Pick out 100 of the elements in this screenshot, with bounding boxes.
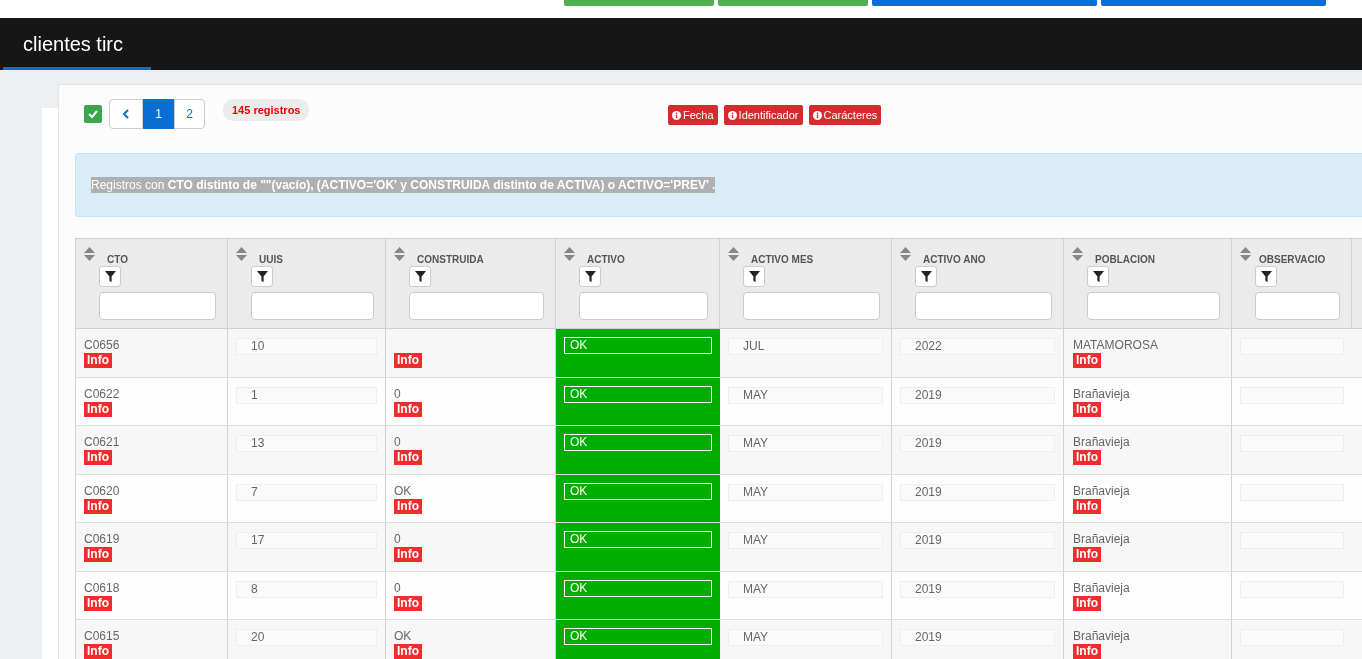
info-icon — [812, 110, 822, 120]
info-badge[interactable]: Info — [1073, 450, 1101, 465]
info-badge[interactable]: Info — [394, 498, 422, 514]
table-cell-text: C0622 — [84, 386, 121, 402]
filter-icon[interactable] — [743, 266, 765, 287]
info-badge[interactable]: Info — [394, 401, 422, 417]
column-header[interactable]: UUIS — [259, 252, 283, 267]
info-badge[interactable]: Info — [84, 547, 112, 562]
value-field: MAY — [728, 435, 883, 452]
column-filter-field[interactable] — [1255, 292, 1340, 320]
header-title[interactable]: clientes tirc — [3, 18, 151, 70]
info-badge[interactable]: Info — [394, 547, 422, 562]
filter-icon[interactable] — [1087, 266, 1109, 287]
status-field: OK — [564, 579, 712, 597]
info-badge[interactable]: Info — [84, 401, 112, 417]
previous-page-button[interactable] — [109, 99, 143, 129]
value-field: MAY — [728, 532, 883, 549]
info-badge[interactable]: Info — [84, 498, 112, 514]
status-field: OK — [564, 531, 712, 548]
filter-button[interactable]: Carácteres — [808, 105, 882, 125]
sort-icon[interactable] — [900, 247, 911, 261]
sort-icon[interactable] — [236, 247, 247, 261]
info-badge[interactable]: Info — [84, 450, 112, 465]
sort-icon[interactable] — [394, 247, 405, 261]
table-cell-text: 0 — [394, 386, 402, 402]
info-badge[interactable]: Info — [1073, 353, 1101, 368]
column-filter-field[interactable] — [409, 292, 544, 320]
info-icon — [727, 110, 737, 120]
filter-icon[interactable] — [915, 266, 937, 287]
status-field: OK — [564, 434, 712, 451]
status-field: OK — [564, 628, 712, 645]
filter-icon[interactable] — [251, 266, 273, 287]
table-cell-text: 0 — [394, 435, 402, 450]
value-field: MAY — [728, 483, 883, 501]
value-field: 2019 — [900, 483, 1055, 501]
column-filter-field[interactable] — [99, 292, 216, 320]
sort-icon[interactable] — [1072, 247, 1083, 261]
info-badge[interactable]: Info — [1073, 595, 1101, 611]
sort-icon[interactable] — [728, 247, 739, 261]
record-count-badge: 145 registros — [223, 99, 310, 121]
table-cell-text: Brañavieja — [1073, 580, 1131, 596]
table-cell-text: Brañavieja — [1073, 386, 1131, 402]
info-badge[interactable]: Info — [84, 353, 112, 368]
column-header[interactable]: POBLACION — [1095, 252, 1155, 267]
value-field: 2019 — [900, 629, 1055, 646]
table-cell-text: Brañavieja — [1073, 483, 1131, 499]
sort-icon[interactable] — [564, 247, 575, 261]
table-cell-text: C0618 — [84, 580, 121, 596]
status-field: OK — [564, 337, 712, 354]
column-header[interactable]: ACTIVO — [587, 252, 625, 267]
info-badge[interactable]: Info — [1073, 498, 1101, 514]
filter-icon[interactable] — [579, 266, 601, 287]
info-badge[interactable]: Info — [394, 595, 422, 611]
info-badge[interactable]: Info — [394, 353, 422, 368]
table-cell-text: C0656 — [84, 338, 121, 353]
table-cell-text: C0621 — [84, 435, 121, 450]
info-badge[interactable]: Info — [84, 644, 112, 659]
filter-icon[interactable] — [409, 266, 431, 287]
table-cell-text: C0619 — [84, 532, 121, 547]
info-badge[interactable]: Info — [394, 450, 422, 465]
column-filter-field[interactable] — [915, 292, 1052, 320]
filter-icon[interactable] — [1255, 266, 1277, 287]
info-badge[interactable]: Info — [394, 644, 422, 659]
info-badge[interactable]: Info — [1073, 644, 1101, 659]
value-field: JUL — [728, 338, 883, 355]
column-header[interactable]: ACTIVO ANO — [923, 252, 986, 267]
filter-button[interactable]: Fecha — [668, 105, 718, 125]
value-field: 2019 — [900, 435, 1055, 452]
value-field: 1 — [236, 386, 377, 404]
sort-icon[interactable] — [1240, 247, 1251, 261]
column-header[interactable]: CTO — [107, 252, 128, 267]
chevron-left-icon — [122, 109, 130, 119]
table-cell-text: 0 — [394, 580, 402, 596]
value-field: MAY — [728, 629, 883, 646]
page-button[interactable]: 2 — [174, 99, 205, 129]
value-field: 20 — [236, 629, 377, 646]
info-badge[interactable]: Info — [84, 595, 112, 611]
column-filter-field[interactable] — [579, 292, 708, 320]
column-header[interactable]: OBSERVACIO — [1259, 252, 1326, 267]
page-button[interactable]: 1 — [143, 99, 174, 129]
notice-text: Registros con CTO distinto de ""(vacío), (ACTIVO='OK' y CONSTRUIDA distinto de ACTIVA) o ACTIVO='PREV' . — [91, 177, 716, 193]
checkmark-icon — [87, 108, 99, 120]
column-filter-field[interactable] — [1087, 292, 1220, 320]
info-badge[interactable]: Info — [1073, 401, 1101, 417]
table-cell-text: OK — [394, 629, 413, 644]
column-header[interactable]: ACTIVO MES — [751, 252, 814, 267]
value-field: 8 — [236, 580, 377, 598]
value-field: 7 — [236, 483, 377, 501]
column-filter-field[interactable] — [251, 292, 374, 320]
info-badge[interactable]: Info — [1073, 547, 1101, 562]
filter-icon[interactable] — [99, 266, 121, 287]
info-icon — [672, 110, 681, 120]
sort-icon[interactable] — [84, 247, 95, 261]
table-cell-text: MATAMOROSA — [1073, 338, 1159, 353]
select-all-checkbox[interactable] — [84, 105, 102, 123]
column-filter-field[interactable] — [743, 292, 880, 320]
filter-button[interactable]: Identificador — [723, 105, 803, 125]
column-header[interactable]: CONSTRUIDA — [417, 252, 484, 267]
table-cell-text: OK — [394, 483, 413, 499]
status-field: OK — [564, 482, 712, 500]
